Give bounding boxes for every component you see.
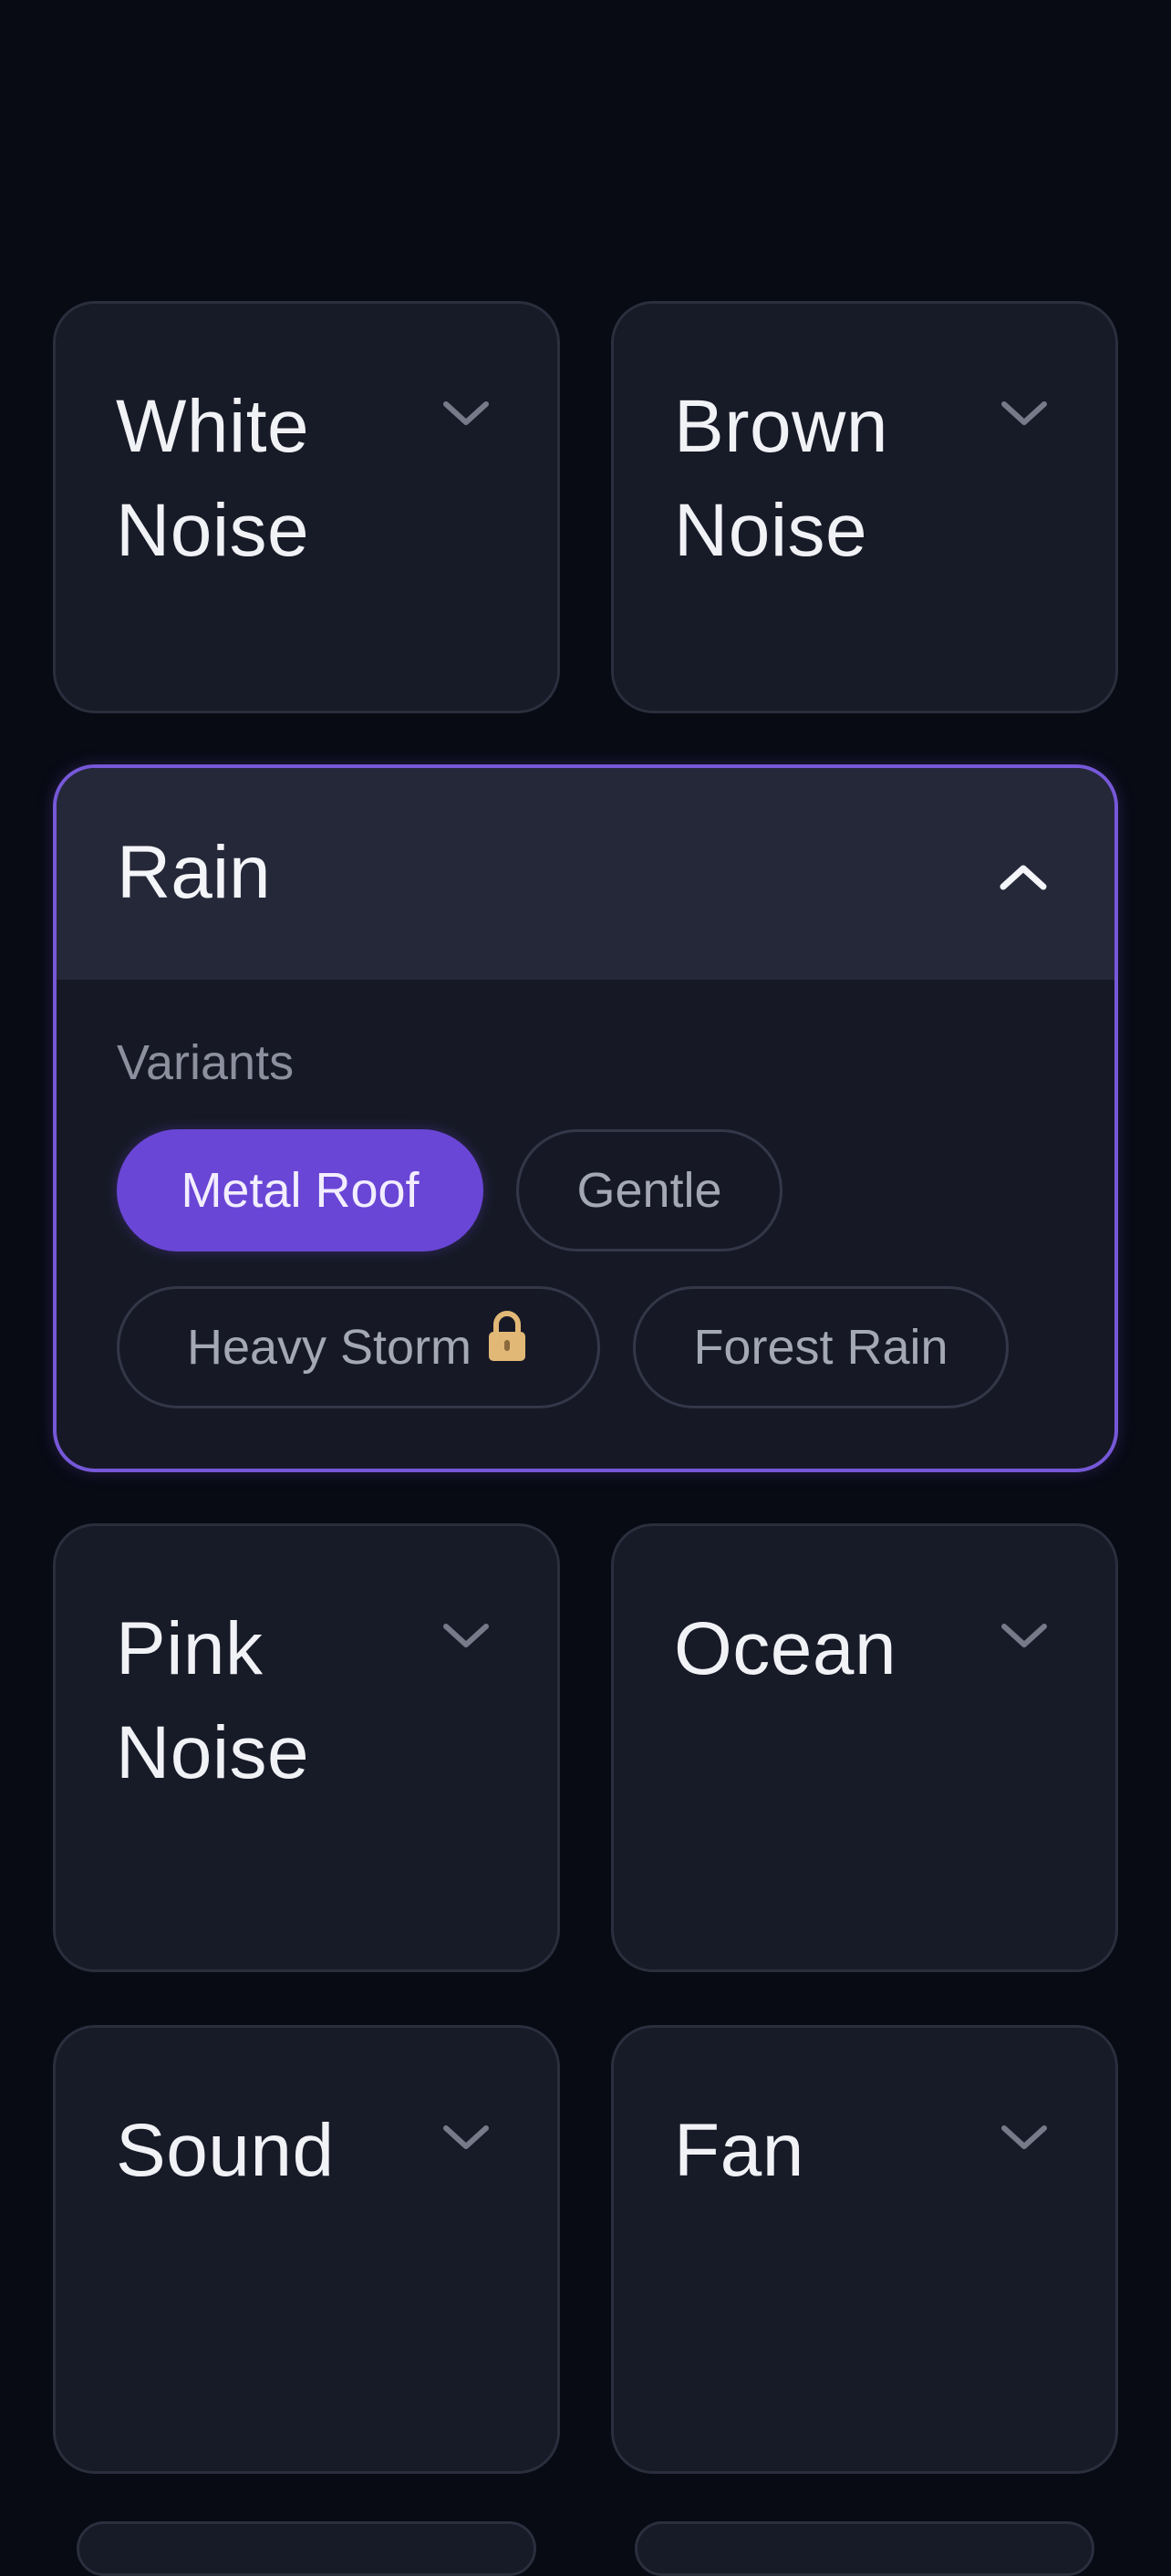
- sound-card-brown-noise[interactable]: Brown Noise: [611, 301, 1118, 713]
- sound-card-rain-expanded[interactable]: Rain Variants Metal Roof Gentle Heavy St…: [53, 764, 1118, 1472]
- rain-card-header[interactable]: Rain: [57, 768, 1114, 980]
- chevron-down-icon[interactable]: [439, 2119, 493, 2155]
- chevron-down-icon[interactable]: [997, 2119, 1052, 2155]
- variant-chip-label: Forest Rain: [693, 1320, 948, 1375]
- variant-chip-gentle[interactable]: Gentle: [516, 1129, 782, 1252]
- variants-label: Variants: [117, 1035, 295, 1090]
- variant-chip-label: Heavy Storm: [186, 1320, 472, 1375]
- chevron-up-icon[interactable]: [996, 859, 1051, 896]
- sound-card-title: Rain: [117, 831, 271, 914]
- chevron-down-icon[interactable]: [997, 1617, 1052, 1654]
- sound-card-partial-left[interactable]: [77, 2521, 536, 2576]
- variant-chip-label: Gentle: [576, 1163, 722, 1218]
- sound-card-title: Sound: [116, 2109, 335, 2192]
- sound-card-partial-right[interactable]: [635, 2521, 1094, 2576]
- chevron-down-icon[interactable]: [439, 395, 493, 431]
- sound-card-fan[interactable]: Fan: [611, 2025, 1118, 2474]
- variant-chip-metal-roof[interactable]: Metal Roof: [117, 1129, 483, 1252]
- sound-card-title: Brown Noise: [674, 385, 888, 572]
- sound-card-title: Ocean: [674, 1607, 897, 1690]
- sound-card-title: Fan: [674, 2109, 804, 2192]
- sound-card-white-noise[interactable]: White Noise: [53, 301, 560, 713]
- variant-chip-label: Metal Roof: [181, 1163, 420, 1218]
- sound-library-screen: White Noise Brown Noise Rain Variants Me…: [0, 0, 1171, 2576]
- sound-card-pink-noise[interactable]: Pink Noise: [53, 1523, 560, 1972]
- chevron-down-icon[interactable]: [997, 395, 1052, 431]
- sound-card-sound[interactable]: Sound: [53, 2025, 560, 2474]
- sound-card-title: White Noise: [116, 385, 310, 572]
- variant-chip-heavy-storm[interactable]: Heavy Storm: [117, 1286, 600, 1408]
- sound-card-title: Pink Noise: [116, 1607, 310, 1794]
- sound-card-ocean[interactable]: Ocean: [611, 1523, 1118, 1972]
- chevron-down-icon[interactable]: [439, 1617, 493, 1654]
- lock-icon: [484, 1289, 530, 1406]
- variant-chip-forest-rain[interactable]: Forest Rain: [633, 1286, 1009, 1408]
